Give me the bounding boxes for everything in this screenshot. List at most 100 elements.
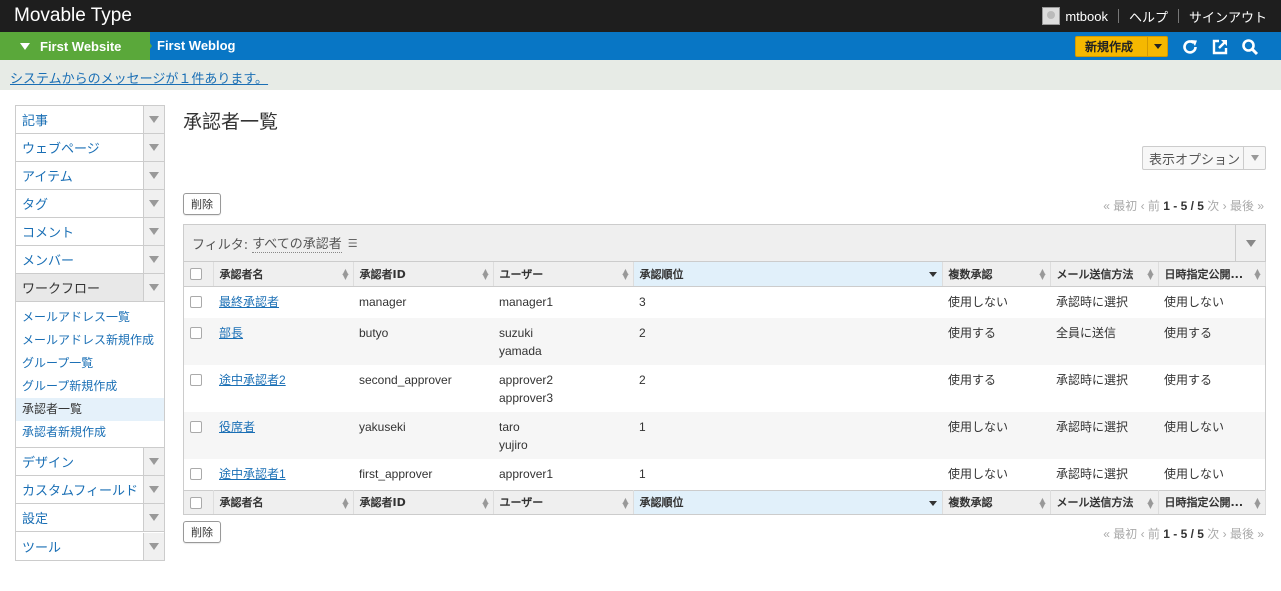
column-header-mail[interactable]: メール送信方法 ▲ ▼ — [1050, 489, 1159, 514]
sidebar-expand-button[interactable] — [143, 476, 164, 503]
pager-range: 1 - 5 / 5 — [1163, 199, 1204, 213]
cell-mail: 承認時に選択 — [1056, 372, 1129, 387]
select-all-checkbox[interactable] — [190, 496, 202, 509]
column-header-order[interactable]: 承認順位 — [633, 262, 943, 287]
sidebar-expand-button[interactable] — [143, 162, 164, 189]
column-label: 承認者ID — [359, 267, 406, 281]
filter-toggle-button[interactable] — [1235, 225, 1265, 261]
column-header-users[interactable]: ユーザー ▲ ▼ — [493, 262, 634, 287]
sidebar-item-label: タグ — [22, 198, 49, 213]
column-label: 承認者名 — [219, 496, 264, 510]
external-view-icon[interactable] — [1211, 38, 1229, 56]
sidebar-item-assets[interactable]: アイテム — [16, 162, 164, 190]
sidebar-item-comments[interactable]: コメント — [16, 218, 164, 246]
search-icon[interactable] — [1241, 38, 1259, 56]
column-header-scheduled[interactable]: 日時指定公開... ▲ ▼ — [1158, 489, 1266, 514]
new-create-button[interactable]: 新規作成 — [1075, 36, 1168, 57]
column-header-multi[interactable]: 複数承認 ▲ ▼ — [942, 262, 1051, 287]
sidebar-expand-button[interactable] — [143, 448, 164, 475]
cell-id: first_approver — [359, 466, 433, 481]
row-checkbox-cell — [184, 286, 213, 318]
sidebar-expand-button[interactable] — [143, 134, 164, 161]
submenu-approver-new[interactable]: 承認者新規作成 — [16, 421, 164, 444]
dropdown-triangle-icon — [20, 42, 30, 50]
sidebar-expand-button[interactable] — [143, 190, 164, 217]
row-checkbox[interactable] — [190, 420, 202, 433]
table-row: 途中承認者1 first_approver approver1 1 使用しない … — [184, 459, 1265, 491]
blog-name-link[interactable]: First Weblog — [157, 32, 235, 60]
display-options-button[interactable]: 表示オプション — [1142, 146, 1266, 170]
sidebar-expand-button[interactable] — [143, 218, 164, 245]
website-selector[interactable]: First Website — [0, 32, 150, 60]
sidebar-item-members[interactable]: メンバー — [16, 246, 164, 274]
delete-button-top[interactable]: 削除 — [183, 193, 221, 215]
row-checkbox[interactable] — [190, 295, 202, 308]
system-message-link[interactable]: システムからのメッセージが１件あります。 — [10, 68, 268, 87]
column-header-name[interactable]: 承認者名 ▲ ▼ — [213, 262, 354, 287]
sidebar-expand-button[interactable] — [143, 106, 164, 133]
user-avatar-icon[interactable] — [1042, 7, 1061, 25]
app-logo[interactable]: Movable Type — [14, 5, 132, 27]
submenu-email-new[interactable]: メールアドレス新規作成 — [16, 329, 164, 352]
delete-button-bottom[interactable]: 削除 — [183, 521, 221, 543]
cell-multi: 使用しない — [948, 466, 1009, 481]
select-all-checkbox[interactable] — [190, 268, 202, 281]
cell-id: second_approver — [359, 372, 452, 387]
sidebar-item-custom-fields[interactable]: カスタムフィールド — [16, 476, 164, 504]
row-checkbox[interactable] — [190, 467, 202, 480]
approver-name-link[interactable]: 部長 — [219, 326, 243, 340]
column-header-id[interactable]: 承認者ID ▲ ▼ — [353, 489, 494, 514]
pagination-bottom: « 最初 ‹ 前 1 - 5 / 5 次 › 最後 » — [1103, 525, 1264, 542]
column-header-mail[interactable]: メール送信方法 ▲ ▼ — [1050, 262, 1159, 287]
help-link[interactable]: ヘルプ — [1129, 7, 1168, 26]
list-icon[interactable]: ☰ — [348, 237, 358, 250]
submenu-group-new[interactable]: グループ新規作成 — [16, 375, 164, 398]
cell-scheduled: 使用しない — [1158, 411, 1265, 459]
user-name: approver1 — [499, 466, 554, 481]
column-header-id[interactable]: 承認者ID ▲ ▼ — [353, 262, 494, 287]
signout-link[interactable]: サインアウト — [1189, 7, 1267, 26]
pager-last: 最後 » — [1229, 199, 1264, 213]
column-header-users[interactable]: ユーザー ▲ ▼ — [493, 489, 634, 514]
username-link[interactable]: mtbook — [1065, 9, 1108, 24]
row-checkbox[interactable] — [190, 326, 202, 339]
sidebar-item-pages[interactable]: ウェブページ — [16, 134, 164, 162]
submenu-approver-list[interactable]: 承認者一覧 — [16, 398, 164, 421]
column-header-order[interactable]: 承認順位 — [633, 489, 943, 514]
cell-order: 1 — [639, 466, 646, 481]
select-all-cell — [184, 489, 214, 514]
sidebar-expand-button[interactable] — [143, 532, 164, 560]
sidebar-item-settings[interactable]: 設定 — [16, 504, 164, 532]
sidebar-item-workflow[interactable]: ワークフロー — [16, 274, 164, 302]
new-create-label: 新規作成 — [1085, 40, 1134, 54]
submenu-group-list[interactable]: グループ一覧 — [16, 352, 164, 375]
approver-name-link[interactable]: 役席者 — [219, 420, 255, 434]
sidebar-item-tags[interactable]: タグ — [16, 190, 164, 218]
approver-name-link[interactable]: 途中承認者1 — [219, 467, 286, 481]
column-label: 日時指定公開... — [1164, 496, 1244, 510]
user-name: manager1 — [499, 294, 554, 309]
chevron-down-icon — [149, 514, 159, 521]
display-options-dropdown[interactable] — [1243, 147, 1265, 169]
column-header-multi[interactable]: 複数承認 ▲ ▼ — [942, 489, 1051, 514]
workflow-submenu: メールアドレス一覧 メールアドレス新規作成 グループ一覧 グループ新規作成 承認… — [16, 302, 164, 448]
refresh-icon[interactable] — [1181, 38, 1199, 56]
sidebar-expand-button[interactable] — [143, 246, 164, 273]
chevron-down-icon — [149, 172, 159, 179]
cell-multi: 使用しない — [948, 294, 1009, 309]
approver-name-link[interactable]: 途中承認者2 — [219, 373, 286, 387]
submenu-email-list[interactable]: メールアドレス一覧 — [16, 306, 164, 329]
row-checkbox[interactable] — [190, 373, 202, 386]
sidebar-expand-button[interactable] — [143, 274, 164, 301]
sidebar-expand-button[interactable] — [143, 504, 164, 531]
filter-select[interactable]: すべての承認者 — [252, 233, 342, 253]
new-create-dropdown[interactable] — [1147, 37, 1167, 56]
sidebar-item-entries[interactable]: 記事 — [16, 106, 164, 134]
column-header-name[interactable]: 承認者名 ▲ ▼ — [213, 489, 354, 514]
table-row: 役席者 yakuseki taro yujiro 1 使用しない 承認時に選択 使… — [184, 411, 1265, 459]
sidebar-item-tools[interactable]: ツール — [16, 532, 164, 560]
sidebar-item-design[interactable]: デザイン — [16, 448, 164, 476]
approver-name-link[interactable]: 最終承認者 — [219, 295, 279, 309]
column-header-scheduled[interactable]: 日時指定公開... ▲ ▼ — [1158, 262, 1266, 287]
sort-icon: ▲ ▼ — [1254, 495, 1261, 510]
